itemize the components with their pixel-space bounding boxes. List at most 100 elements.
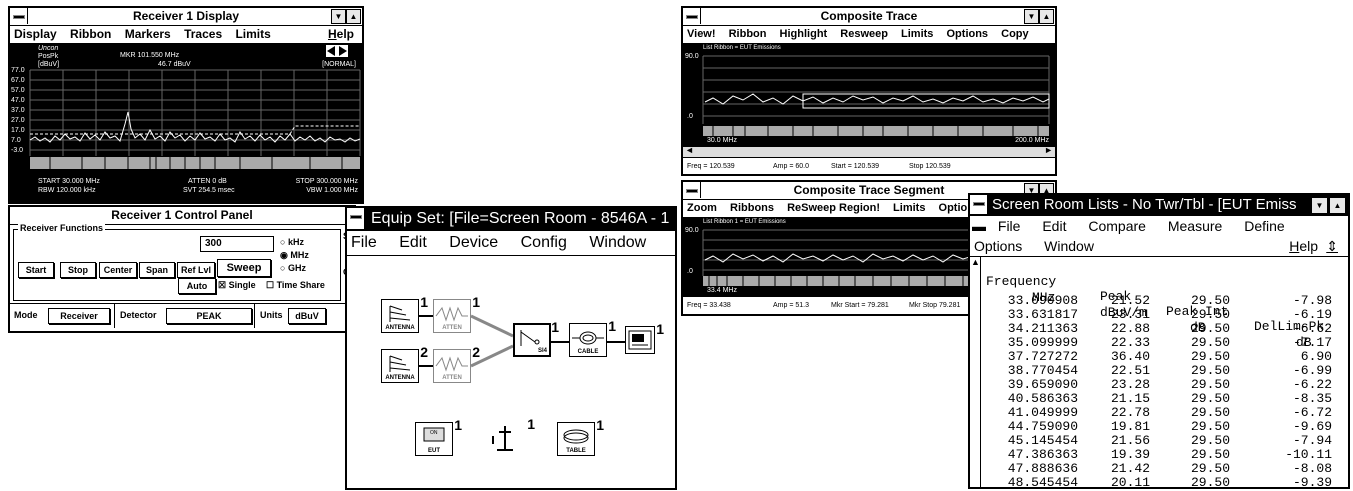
table-row[interactable]: 41.049999 22.78 29.50 -6.72	[984, 405, 1334, 420]
menu-options[interactable]: Options	[947, 28, 989, 40]
auto-button[interactable]: Auto	[178, 278, 216, 294]
system-menu-icon[interactable]	[683, 8, 701, 24]
time-share-checkbox[interactable]: ☐ Time Share	[266, 280, 325, 291]
menu-highlight[interactable]: Highlight	[780, 28, 828, 40]
cell-dellim: -6.72	[1292, 405, 1332, 420]
ref-level-button[interactable]: Ref Lvl	[177, 262, 215, 278]
antenna-1-icon[interactable]: 1 ANTENNA	[381, 294, 428, 333]
cell-frequency: 48.545454	[1007, 475, 1078, 489]
center-button[interactable]: Center	[99, 262, 137, 278]
menu-window[interactable]: Window	[1044, 238, 1094, 254]
menu-limits[interactable]: Limits	[235, 27, 270, 41]
span-button[interactable]: Span	[139, 262, 175, 278]
menu-ribbons[interactable]: Ribbons	[730, 202, 774, 214]
menu-ribbon[interactable]: Ribbon	[70, 27, 111, 41]
table-icon[interactable]: 1 TABLE	[557, 417, 604, 456]
menu-window[interactable]: Window	[589, 234, 646, 251]
system-menu-icon[interactable]	[970, 195, 988, 214]
horizontal-scrollbar[interactable]: ◄ ►	[683, 145, 1055, 157]
cable-icon[interactable]: 1 CABLE	[569, 318, 616, 357]
units-select[interactable]: dBuV	[288, 308, 326, 324]
menu-markers[interactable]: Markers	[125, 27, 171, 41]
stop-button[interactable]: Stop	[60, 262, 96, 278]
minimize-icon[interactable]: ▼	[331, 9, 346, 24]
system-menu-icon[interactable]	[347, 208, 365, 229]
menu-traces[interactable]: Traces	[184, 27, 222, 41]
menu-zoom[interactable]: Zoom	[687, 202, 717, 214]
table-row[interactable]: 33.631817 23.31 29.50 -6.19	[984, 307, 1334, 322]
menu-options[interactable]: Options	[974, 238, 1022, 254]
cell-frequency: 38.770454	[1007, 363, 1078, 378]
table-row[interactable]: 45.145454 21.56 29.50 -7.94	[984, 433, 1334, 448]
menu-bar-2: Options Window Help ⇕	[970, 236, 1348, 257]
menu-edit[interactable]: Edit	[399, 234, 427, 251]
menu-file[interactable]: File	[998, 218, 1021, 234]
scroll-right-icon[interactable]: ►	[1044, 145, 1053, 155]
menu-limits[interactable]: Limits	[893, 202, 925, 214]
menu-scroll-icon[interactable]: ⇕	[1326, 236, 1338, 256]
eut-icon[interactable]: ON 1 EUT	[415, 417, 462, 456]
bottom-row: Mode Receiver Detector PEAK Units dBuV	[10, 303, 350, 328]
minimize-icon[interactable]: ▼	[1311, 197, 1328, 214]
cell-peak-int: 29.50	[1190, 321, 1230, 336]
title-bar: Equip Set: [File=Screen Room - 8546A - 1	[347, 208, 675, 231]
attenuator-1-icon[interactable]: 1 ATTEN	[433, 294, 480, 333]
menu-resweep[interactable]: Resweep	[840, 28, 888, 40]
tower-icon[interactable]: 1	[487, 416, 535, 456]
sweep-button[interactable]: Sweep	[217, 259, 271, 277]
menu-copy[interactable]: Copy	[1001, 28, 1029, 40]
doc-menu-icon[interactable]: ▬	[972, 218, 986, 234]
device-number: 2	[420, 344, 428, 360]
switch-icon[interactable]: 1 Sl4	[513, 319, 559, 357]
vertical-scrollbar[interactable]: ▲	[970, 257, 981, 487]
attenuator-2-icon[interactable]: 2 ATTEN	[433, 344, 480, 383]
receiver-icon[interactable]: 1	[625, 321, 664, 354]
table-row[interactable]: 39.659090 23.28 29.50 -6.22	[984, 377, 1334, 392]
menu-config[interactable]: Config	[521, 234, 567, 251]
menu-device[interactable]: Device	[449, 234, 498, 251]
table-row[interactable]: 44.759090 19.81 29.50 -9.69	[984, 419, 1334, 434]
mode-select[interactable]: Receiver	[48, 308, 110, 324]
table-row[interactable]: 40.586363 21.15 29.50 -8.35	[984, 391, 1334, 406]
menu-display[interactable]: Display	[14, 27, 57, 41]
menu-file[interactable]: File	[351, 234, 377, 251]
radio-mhz[interactable]: ◉ MHz	[280, 250, 309, 261]
menu-define[interactable]: Define	[1244, 218, 1284, 234]
table-row[interactable]: 34.211363 22.88 29.50 -6.62	[984, 321, 1334, 336]
maximize-icon[interactable]: ▲	[346, 9, 361, 24]
minimize-icon[interactable]: ▼	[1024, 9, 1039, 24]
device-caption: ANTENNA	[385, 375, 415, 381]
menu-resweep-region[interactable]: ReSweep Region!	[787, 202, 880, 214]
system-menu-icon[interactable]	[10, 8, 28, 24]
antenna-2-icon[interactable]: 2 ANTENNA	[381, 344, 428, 383]
table-row[interactable]: 37.727272 36.40 29.50 6.90	[984, 349, 1334, 364]
value-input[interactable]: 300	[200, 236, 274, 252]
system-menu-icon[interactable]	[683, 182, 701, 198]
table-row[interactable]: 47.386363 19.39 29.50 -10.11	[984, 447, 1334, 462]
scroll-left-icon[interactable]: ◄	[685, 145, 694, 155]
table-row[interactable]: 33.090908 21.52 29.50 -7.98	[984, 293, 1334, 308]
cell-frequency: 44.759090	[1007, 419, 1078, 434]
detector-select[interactable]: PEAK	[166, 308, 252, 324]
table-row[interactable]: 47.888636 21.42 29.50 -8.08	[984, 461, 1334, 476]
menu-help[interactable]: Help	[328, 26, 354, 43]
single-checkbox[interactable]: ☒ Single	[218, 280, 256, 291]
maximize-icon[interactable]: ▲	[1039, 9, 1054, 24]
maximize-icon[interactable]: ▲	[1329, 197, 1346, 214]
cell-dellim: -7.94	[1292, 433, 1332, 448]
radio-khz[interactable]: ○ kHz	[280, 237, 304, 247]
scroll-up-icon[interactable]: ▲	[971, 257, 980, 267]
menu-edit[interactable]: Edit	[1042, 218, 1066, 234]
cell-peak: 21.15	[1110, 391, 1150, 406]
radio-ghz[interactable]: ○ GHz	[280, 263, 306, 273]
start-button[interactable]: Start	[18, 262, 54, 278]
menu-measure[interactable]: Measure	[1168, 218, 1222, 234]
table-row[interactable]: 35.099999 22.33 29.50 -7.17	[984, 335, 1334, 350]
menu-compare[interactable]: Compare	[1088, 218, 1146, 234]
table-row[interactable]: 48.545454 20.11 29.50 -9.39	[984, 475, 1334, 489]
menu-view[interactable]: View!	[687, 28, 716, 40]
menu-limits[interactable]: Limits	[901, 28, 933, 40]
menu-help[interactable]: Help	[1289, 236, 1318, 256]
menu-ribbon[interactable]: Ribbon	[729, 28, 767, 40]
table-row[interactable]: 38.770454 22.51 29.50 -6.99	[984, 363, 1334, 378]
